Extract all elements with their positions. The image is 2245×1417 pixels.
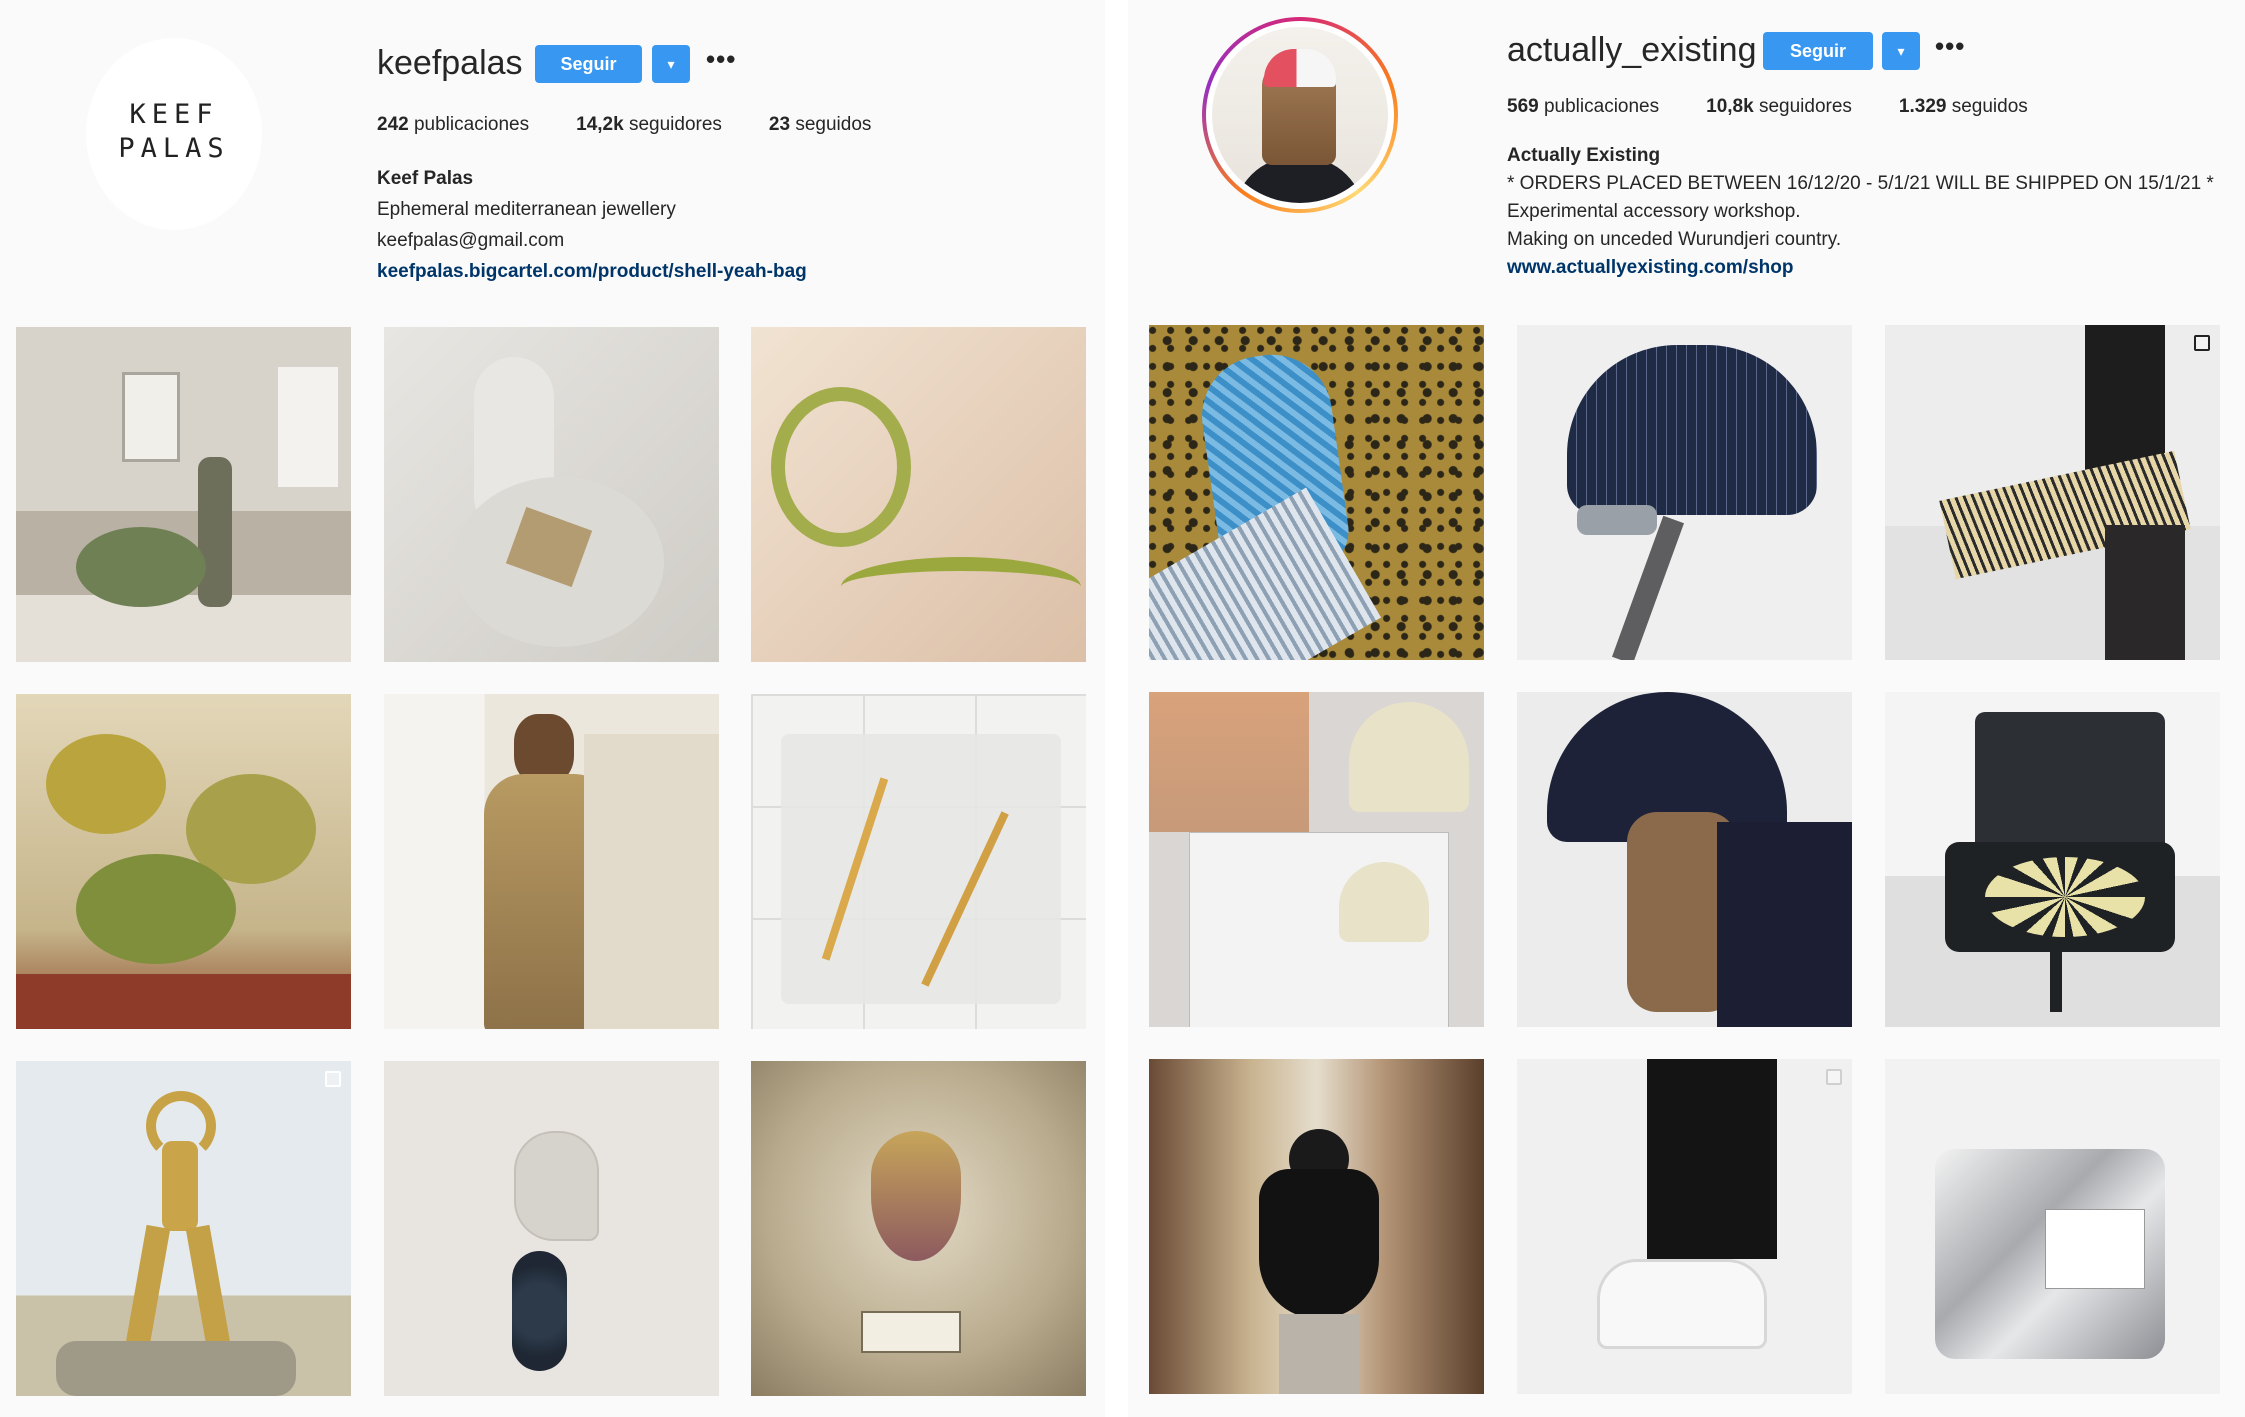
- bio-link[interactable]: www.actuallyexisting.com/shop: [1507, 254, 2214, 282]
- bio-name: Actually Existing: [1507, 145, 1661, 166]
- avatar-photo: [1212, 27, 1388, 203]
- post-tile[interactable]: [1517, 1059, 1852, 1394]
- followers-count: 10,8k: [1706, 96, 1754, 117]
- post-tile[interactable]: [1517, 692, 1852, 1027]
- following-label: seguidos: [1951, 96, 2028, 117]
- bio-link[interactable]: keefpalas.bigcartel.com/product/shell-ye…: [377, 256, 807, 287]
- post-tile[interactable]: [1885, 325, 2220, 660]
- post-tile[interactable]: [16, 327, 351, 662]
- posts-label: publicaciones: [1543, 96, 1660, 117]
- carousel-icon: [2194, 335, 2210, 351]
- posts-label: publicaciones: [413, 114, 530, 135]
- post-tile[interactable]: [1885, 692, 2220, 1027]
- followers-label: seguidores: [1758, 96, 1852, 117]
- posts-count: 242: [377, 114, 409, 135]
- post-tile[interactable]: [1149, 1059, 1484, 1394]
- bio-line: Experimental accessory workshop.: [1507, 201, 1801, 222]
- chevron-down-icon: ▾: [667, 55, 675, 72]
- profile-stats: 569 publicaciones 10,8k seguidores 1.329…: [1507, 96, 2075, 118]
- following-count: 1.329: [1898, 96, 1947, 117]
- username: actually_existing: [1507, 31, 1757, 69]
- post-tile[interactable]: [16, 1061, 351, 1396]
- profile-bio: Actually Existing * ORDERS PLACED BETWEE…: [1507, 142, 2214, 282]
- following-count: 23: [768, 114, 791, 135]
- posts-stat[interactable]: 569 publicaciones: [1507, 96, 1659, 118]
- followers-stat[interactable]: 14,2k seguidores: [576, 114, 722, 136]
- follow-options-button[interactable]: ▾: [1882, 32, 1920, 70]
- carousel-icon: [325, 1071, 341, 1087]
- bio-line: * ORDERS PLACED BETWEEN 16/12/20 - 5/1/2…: [1507, 173, 2214, 194]
- profile-panel-keefpalas: KEEF PALAS keefpalas Seguir ▾ ••• 242 pu…: [0, 0, 1105, 1417]
- posts-count: 569: [1507, 96, 1539, 117]
- more-options-button[interactable]: •••: [706, 44, 736, 75]
- following-stat[interactable]: 1.329 seguidos: [1899, 96, 2028, 118]
- bio-line: Making on unceded Wurundjeri country.: [1507, 229, 1842, 250]
- logo-line-2: PALAS: [118, 133, 230, 164]
- profile-panel-actually-existing: actually_existing Seguir ▾ ••• 569 publi…: [1128, 0, 2245, 1417]
- follow-options-button[interactable]: ▾: [652, 45, 690, 83]
- carousel-icon: [1826, 1069, 1842, 1085]
- followers-label: seguidores: [628, 114, 722, 135]
- profile-avatar[interactable]: KEEF PALAS: [86, 38, 262, 230]
- following-label: seguidos: [795, 114, 872, 135]
- post-tile[interactable]: [1885, 1059, 2220, 1394]
- following-stat[interactable]: 23 seguidos: [769, 114, 871, 136]
- profile-stats: 242 publicaciones 14,2k seguidores 23 se…: [377, 114, 918, 136]
- post-tile[interactable]: [384, 327, 719, 662]
- brand-logo: KEEF PALAS: [86, 98, 262, 166]
- post-tile[interactable]: [1517, 325, 1852, 660]
- post-tile[interactable]: [384, 694, 719, 1029]
- profile-avatar[interactable]: [1202, 17, 1398, 213]
- followers-stat[interactable]: 10,8k seguidores: [1706, 96, 1852, 118]
- bio-name: Keef Palas: [377, 168, 474, 189]
- follow-button[interactable]: Seguir: [1763, 32, 1873, 70]
- username: keefpalas: [377, 44, 523, 82]
- chevron-down-icon: ▾: [1897, 42, 1905, 59]
- post-tile[interactable]: [751, 694, 1086, 1029]
- profile-bio: Keef Palas Ephemeral mediterranean jewel…: [377, 163, 807, 287]
- post-tile[interactable]: [751, 327, 1086, 662]
- post-tile[interactable]: [1149, 325, 1484, 660]
- posts-stat[interactable]: 242 publicaciones: [377, 114, 529, 136]
- post-tile[interactable]: [1149, 692, 1484, 1027]
- follow-button[interactable]: Seguir: [535, 45, 642, 83]
- followers-count: 14,2k: [576, 114, 624, 135]
- bio-email: keefpalas@gmail.com: [377, 230, 565, 251]
- more-options-button[interactable]: •••: [1935, 31, 1965, 62]
- logo-line-1: KEEF: [129, 99, 219, 130]
- bio-line: Ephemeral mediterranean jewellery: [377, 199, 676, 220]
- post-tile[interactable]: [16, 694, 351, 1029]
- post-tile[interactable]: [384, 1061, 719, 1396]
- post-tile[interactable]: [751, 1061, 1086, 1396]
